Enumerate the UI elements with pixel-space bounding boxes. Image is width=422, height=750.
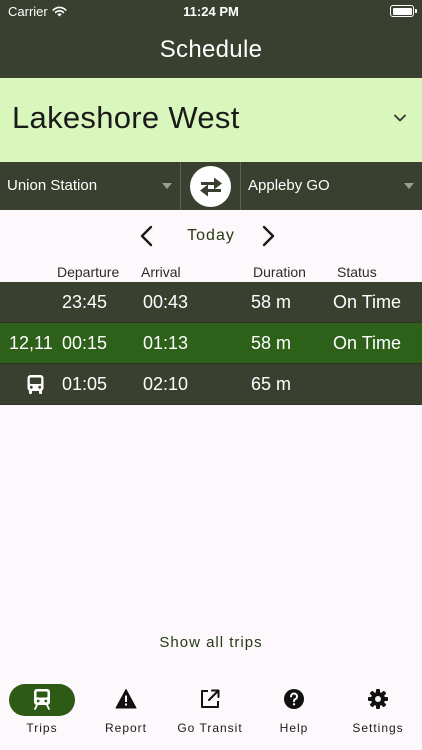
trip-status: On Time	[333, 333, 402, 353]
column-header-status: Status	[337, 264, 377, 280]
from-station-label: Union Station	[7, 177, 98, 194]
bus-icon	[27, 375, 44, 394]
chevron-down-icon	[394, 114, 406, 122]
table-row[interactable]: 01:05 02:10 65 m	[0, 364, 422, 405]
table-header: Departure Arrival Duration Status	[0, 262, 422, 282]
to-station-label: Appleby GO	[248, 177, 330, 194]
swap-stations-button[interactable]	[190, 166, 231, 207]
line-selector[interactable]: Lakeshore West	[0, 78, 422, 162]
tab-label: Report	[104, 721, 148, 735]
column-header-departure: Departure	[57, 264, 120, 280]
external-link-icon	[201, 689, 220, 708]
nav-bar: Schedule	[0, 24, 422, 78]
trip-departure: 00:15	[62, 333, 108, 353]
show-all-trips-button[interactable]: Show all trips	[0, 634, 422, 651]
column-header-arrival: Arrival	[141, 264, 181, 280]
trip-arrival: 01:13	[143, 333, 189, 353]
tab-help[interactable]: Help	[252, 668, 336, 750]
column-header-duration: Duration	[253, 264, 306, 280]
from-station-select[interactable]: Union Station	[0, 162, 180, 210]
dropdown-caret-icon	[404, 183, 414, 189]
tab-trips[interactable]: Trips	[0, 668, 84, 750]
divider	[180, 162, 181, 210]
to-station-select[interactable]: Appleby GO	[240, 162, 422, 210]
trip-status: On Time	[333, 292, 402, 312]
trip-duration: 65 m	[251, 374, 292, 394]
tab-go-transit[interactable]: Go Transit	[168, 668, 252, 750]
battery-icon	[390, 5, 417, 17]
tab-bar: Trips Report Go Transit Help Settings	[0, 668, 422, 750]
table-row[interactable]: 12,11 00:15 01:13 58 m On Time	[0, 323, 422, 364]
status-bar: Carrier 11:24 PM	[0, 0, 422, 24]
trip-departure: 23:45	[62, 292, 108, 312]
trip-duration: 58 m	[251, 292, 292, 312]
trip-list: 23:45 00:43 58 m On Time 12,11 00:15 01:…	[0, 282, 422, 405]
trip-route-info: 12,11	[9, 333, 53, 353]
tab-label: Trips	[26, 721, 58, 735]
train-icon	[34, 689, 50, 710]
trip-departure: 01:05	[62, 374, 108, 394]
dropdown-caret-icon	[162, 183, 172, 189]
trip-arrival: 02:10	[143, 374, 189, 394]
tab-settings[interactable]: Settings	[336, 668, 420, 750]
status-time: 11:24 PM	[183, 4, 239, 19]
tab-report[interactable]: Report	[84, 668, 168, 750]
line-name: Lakeshore West	[12, 100, 240, 135]
help-icon	[284, 689, 304, 709]
tab-label: Help	[279, 721, 309, 735]
chevron-right-icon[interactable]	[257, 224, 279, 248]
tab-label: Go Transit	[177, 721, 243, 735]
table-row[interactable]: 23:45 00:43 58 m On Time	[0, 282, 422, 323]
trip-arrival: 00:43	[143, 292, 189, 312]
day-navigator: Today	[0, 214, 422, 258]
trip-duration: 58 m	[251, 333, 292, 353]
gear-icon	[368, 689, 388, 709]
warning-icon	[115, 689, 137, 709]
swap-arrows-icon	[199, 177, 222, 196]
page-title: Schedule	[159, 36, 263, 63]
station-picker: Union Station Appleby GO	[0, 162, 422, 210]
day-label: Today	[187, 227, 235, 244]
tab-label: Settings	[352, 721, 404, 735]
